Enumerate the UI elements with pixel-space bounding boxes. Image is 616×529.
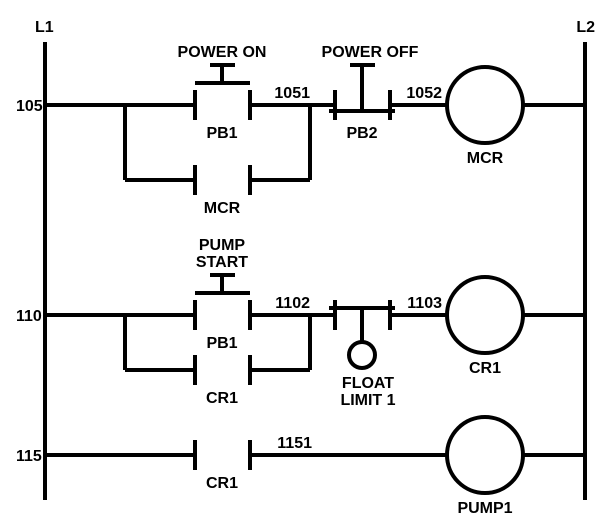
- ladder-diagram: L1 L2 105 POWER ON PB1 MCR 1051 POWER OF…: [10, 10, 616, 519]
- label-power-off: POWER OFF: [322, 44, 419, 61]
- rung-num-115: 115: [16, 448, 42, 465]
- label-float-1: FLOAT: [342, 375, 394, 392]
- label-cr1-contact-115: CR1: [206, 475, 238, 492]
- rung-num-105: 105: [16, 98, 43, 115]
- coil-mcr: [447, 67, 523, 143]
- coil-cr1: [447, 277, 523, 353]
- node-1151: 1151: [277, 435, 312, 452]
- label-mcr-coil: MCR: [467, 150, 504, 167]
- label-cr1-coil: CR1: [469, 360, 501, 377]
- rung-num-110: 110: [16, 308, 42, 325]
- coil-pump1: [447, 417, 523, 493]
- float-icon: [349, 342, 375, 368]
- label-pump-start-1: PUMP: [199, 237, 246, 254]
- label-pb1-105: PB1: [206, 125, 237, 142]
- node-1052: 1052: [406, 85, 442, 102]
- label-power-on: POWER ON: [178, 44, 267, 61]
- rail-label-L1: L1: [35, 19, 54, 36]
- label-pb1-110: PB1: [206, 335, 237, 352]
- node-1102: 1102: [275, 295, 310, 312]
- label-float-2: LIMIT 1: [340, 392, 395, 409]
- node-1051: 1051: [274, 85, 310, 102]
- label-mcr-contact: MCR: [204, 200, 241, 217]
- label-pb2: PB2: [346, 125, 377, 142]
- rail-label-L2: L2: [576, 19, 595, 36]
- label-pump-start-2: START: [196, 254, 248, 271]
- label-cr1-contact-110: CR1: [206, 390, 238, 407]
- node-1103: 1103: [407, 295, 442, 312]
